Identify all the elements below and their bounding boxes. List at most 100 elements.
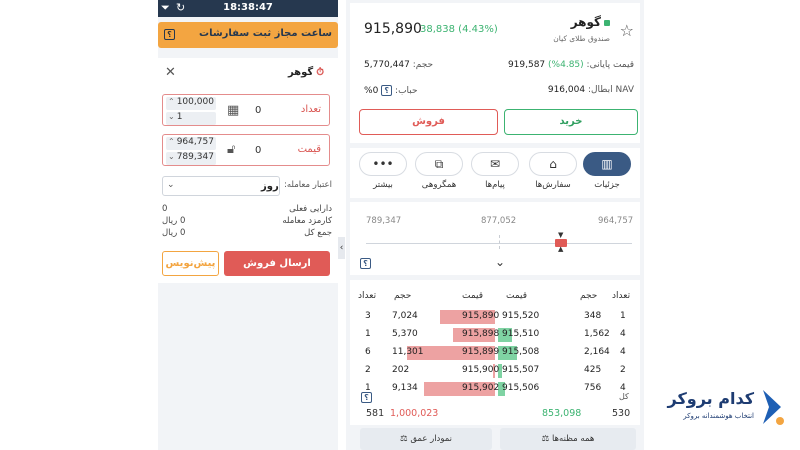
sell-price: 915,902 [462, 383, 500, 393]
sell-volume: 9,134 [392, 383, 418, 393]
chart-bars-icon: ▥ [583, 152, 631, 176]
header-buy-count: تعداد [612, 291, 631, 301]
order-hours-banner: ؟ ساعت مجاز ثبت سفارشات [158, 22, 338, 48]
orderbook-card: تعداد حجم قیمت قیمت حجم تعداد 3 7,024 915,… [350, 280, 640, 425]
sell-button[interactable]: فروش [359, 109, 498, 135]
total-buy-volume: 853,098 [542, 408, 582, 419]
sell-volume: 11,301 [392, 347, 424, 357]
final-price-row: قیمت پایانی: (4.85%) 919,587 [507, 60, 634, 70]
buy-price: 915,506 [502, 383, 540, 393]
buy-price: 915,508 [502, 347, 540, 357]
depth-chart-button[interactable]: نمودار عمق ⚖ [360, 428, 492, 450]
basket-icon: ⌂ [529, 152, 577, 176]
tab-label: سفارش‌ها [535, 180, 571, 190]
sell-price: 915,899 [462, 347, 500, 357]
range-high: 964,757 [598, 216, 634, 226]
sell-volume: 5,370 [392, 329, 418, 339]
all-quotes-button[interactable]: همه مظنه‌ها ⚖ [500, 428, 636, 450]
total-sell-volume: 1,000,023 [390, 408, 439, 419]
buy-button[interactable]: خرید [504, 109, 638, 135]
price-label: قیمت [297, 144, 321, 155]
order-symbol-name: گوهر [287, 67, 314, 78]
chevron-down-icon: ⌄ [167, 180, 175, 190]
orderbook-row[interactable]: 1 5,370 915,898 915,510 1,562 4 [350, 328, 640, 342]
nav-row: NAV ابطال: 916,004 [547, 85, 634, 95]
draft-button[interactable]: پیش‌نویس [162, 251, 219, 276]
sell-count: 3 [365, 311, 371, 321]
validity-select[interactable]: ⌄ روز [162, 176, 280, 196]
calculator-icon[interactable]: ▦ [227, 103, 239, 118]
quantity-step-large[interactable]: ⌃ 100,000 [166, 97, 216, 110]
range-mid-tick [499, 235, 500, 249]
star-icon[interactable]: ☆ [620, 21, 634, 40]
price-field[interactable]: ⌃ 964,757 ⌄ 789,347 🔓︎ 0 قیمت [162, 134, 330, 166]
tab-label: همگروهی [421, 180, 457, 190]
sell-price: 915,890 [462, 311, 500, 321]
bottom-buttons: همه مظنه‌ها ⚖ نمودار عمق ⚖ [350, 428, 640, 450]
help-icon[interactable]: ؟ [360, 258, 371, 269]
brand-subtitle: انتخاب هوشمندانه بروکر [683, 412, 754, 420]
tab-peers[interactable]: ⧉ همگروهی [414, 152, 464, 190]
buy-volume: 2,164 [584, 347, 610, 357]
orderbook-row[interactable]: 3 7,024 915,890 915,520 348 1 [350, 310, 640, 324]
help-icon[interactable]: ؟ [381, 85, 393, 96]
price-change: 38,838 (4.43%) [420, 24, 498, 35]
bubble-row: حباب: ؟ 0% [364, 85, 418, 96]
buy-volume: 348 [584, 311, 602, 321]
total-sell-count: 581 [366, 408, 385, 419]
order-panel: ⏷ ↻ 18:38:47 ؟ ساعت مجاز ثبت سفارشات ✕ ⏱… [158, 0, 338, 450]
buy-price: 915,507 [502, 365, 540, 375]
buy-count: 4 [620, 329, 626, 339]
tab-label: بیشتر [373, 180, 393, 190]
symbol-tabs: ▥ جزئیات ⌂ سفارش‌ها ✉ پیام‌ها ⧉ همگروهی … [350, 148, 640, 198]
sell-price: 915,898 [462, 329, 500, 339]
header-buy-volume: حجم [580, 291, 598, 301]
orderbook-row[interactable]: 1 9,134 915,902 915,506 756 4 [350, 382, 640, 396]
buy-volume: 425 [584, 365, 602, 375]
sell-count: 6 [365, 347, 371, 357]
price-upper-limit[interactable]: ⌃ 964,757 [166, 137, 216, 150]
header-sell-price: قیمت [462, 291, 484, 301]
tab-orders[interactable]: ⌂ سفارش‌ها [528, 152, 578, 190]
quantity-value[interactable]: 0 [255, 105, 261, 116]
message-icon: ✉ [471, 152, 519, 176]
price-value[interactable]: 0 [255, 145, 261, 156]
buy-count: 2 [620, 365, 626, 375]
collapse-panel-toggle[interactable]: ‹ [338, 237, 345, 259]
status-bar: ⏷ ↻ 18:38:47 [158, 0, 338, 17]
compare-icon: ⧉ [415, 152, 463, 176]
triangle-down-icon: ▼ [558, 231, 564, 239]
volume-row: حجم: 5,770,447 [364, 60, 434, 70]
quantity-label: تعداد [300, 104, 321, 115]
send-sell-button[interactable]: ارسال فروش [224, 251, 330, 276]
close-icon[interactable]: ✕ [165, 65, 176, 80]
header-sell-volume: حجم [394, 291, 412, 301]
tab-messages[interactable]: ✉ پیام‌ها [470, 152, 520, 190]
chevron-down-icon[interactable]: ⌄ [495, 255, 505, 269]
status-dot [604, 19, 610, 26]
brand-logo: کدام بروکر انتخاب هوشمندانه بروکر [650, 385, 790, 430]
fee-value: 0 ریال [162, 216, 186, 226]
tab-details[interactable]: ▥ جزئیات [582, 152, 632, 190]
quantity-field[interactable]: ⌃ 100,000 ⌄ 1 ▦ 0 تعداد [162, 94, 330, 126]
brand-title: کدام بروکر [667, 389, 755, 408]
header-sell-count: تعداد [358, 291, 377, 301]
symbol-panel: ☆ گوهر صندوق طلای کیان 915,890 38,838 (4… [346, 0, 644, 450]
buy-volume: 756 [584, 383, 602, 393]
buy-count: 1 [620, 311, 626, 321]
orderbook-row[interactable]: 6 11,301 915,899 915,508 2,164 4 [350, 346, 640, 360]
orderbook-row[interactable]: 2 202 915,900 915,507 425 2 [350, 364, 640, 378]
total-label: جمع کل [304, 228, 332, 238]
quantity-step-small[interactable]: ⌄ 1 [166, 112, 216, 125]
help-icon[interactable]: ؟ [164, 29, 175, 40]
range-mid: 877,052 [481, 216, 517, 226]
sell-volume: 7,024 [392, 311, 418, 321]
tab-more[interactable]: ••• بیشتر [358, 152, 408, 190]
brand-arrow-icon [763, 390, 784, 425]
help-icon[interactable]: ؟ [361, 392, 372, 403]
unlock-icon[interactable]: 🔓︎ [227, 142, 235, 157]
price-lower-limit[interactable]: ⌄ 789,347 [166, 152, 216, 165]
sell-count: 2 [365, 365, 371, 375]
more-icon: ••• [359, 152, 407, 176]
tab-label: جزئیات [594, 180, 620, 190]
